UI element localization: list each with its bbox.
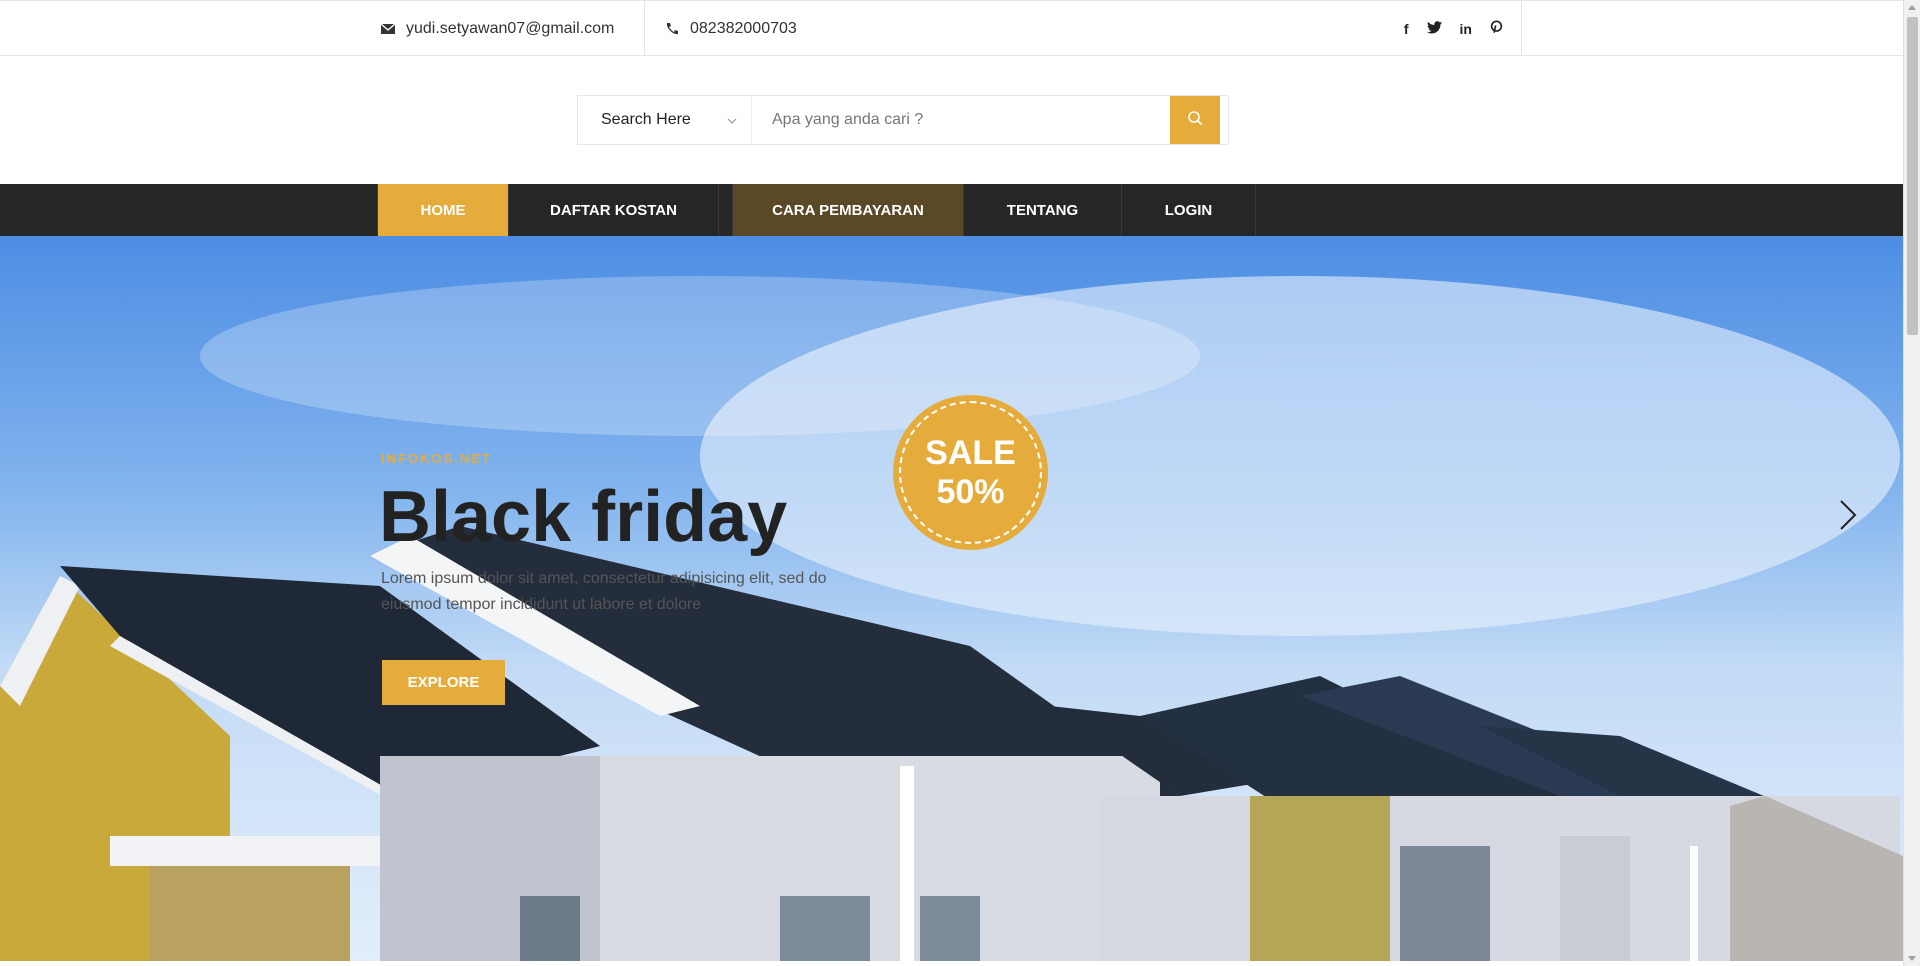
linkedin-icon[interactable]: in — [1460, 21, 1472, 37]
social-links: f in — [1380, 1, 1522, 56]
hero-kicker: INFOKOS.NET — [381, 451, 492, 466]
badge-line-2: 50% — [936, 472, 1005, 511]
pinterest-icon[interactable] — [1490, 20, 1503, 37]
top-bar: yudi.setyawan07@gmail.com 082382000703 f… — [0, 0, 1903, 56]
email-text: yudi.setyawan07@gmail.com — [406, 19, 615, 37]
search-bar: Search Here — [577, 95, 1229, 145]
hero-slider: INFOKOS.NET Black friday Lorem ipsum dol… — [0, 236, 1903, 961]
sale-badge: SALE 50% — [893, 395, 1048, 550]
chevron-right-icon — [1835, 500, 1861, 536]
search-button[interactable] — [1170, 96, 1220, 144]
search-category-select[interactable]: Search Here — [578, 96, 752, 144]
explore-button[interactable]: EXPLORE — [382, 660, 505, 705]
twitter-icon[interactable] — [1426, 20, 1442, 37]
nav-item-daftar-kostan[interactable]: DAFTAR KOSTAN — [509, 184, 719, 236]
nav-item-login[interactable]: LOGIN — [1122, 184, 1256, 236]
hero-headline: Black friday — [379, 477, 788, 557]
search-input[interactable] — [752, 96, 1170, 144]
hero-description: Lorem ipsum dolor sit amet, consectetur … — [381, 570, 827, 613]
search-icon — [1187, 110, 1203, 131]
nav-item-home[interactable]: HOME — [378, 184, 509, 236]
scrollbar-thumb[interactable] — [1907, 17, 1918, 335]
nav-item-cara-pembayaran[interactable]: CARA PEMBAYARAN — [733, 184, 964, 236]
page-scrollbar[interactable] — [1903, 0, 1920, 966]
badge-text: SALE 50% — [925, 434, 1016, 512]
facebook-icon[interactable]: f — [1404, 21, 1409, 37]
chevron-down-icon — [727, 113, 737, 124]
phone-icon — [664, 21, 680, 37]
slider-next-button[interactable] — [1835, 498, 1861, 532]
nav-divider — [719, 184, 733, 236]
contact-email[interactable]: yudi.setyawan07@gmail.com — [380, 1, 645, 56]
nav-item-tentang[interactable]: TENTANG — [964, 184, 1122, 236]
contact-phone[interactable]: 082382000703 — [664, 1, 797, 56]
hero-background-image — [0, 276, 1903, 961]
phone-text: 082382000703 — [690, 19, 797, 37]
scroll-down-arrow-icon[interactable] — [1908, 956, 1916, 961]
main-navigation: HOME DAFTAR KOSTAN CARA PEMBAYARAN TENTA… — [0, 184, 1903, 236]
envelope-icon — [380, 21, 396, 37]
badge-line-1: SALE — [925, 433, 1016, 472]
scroll-up-arrow-icon[interactable] — [1908, 5, 1916, 10]
search-category-label: Search Here — [601, 111, 691, 128]
